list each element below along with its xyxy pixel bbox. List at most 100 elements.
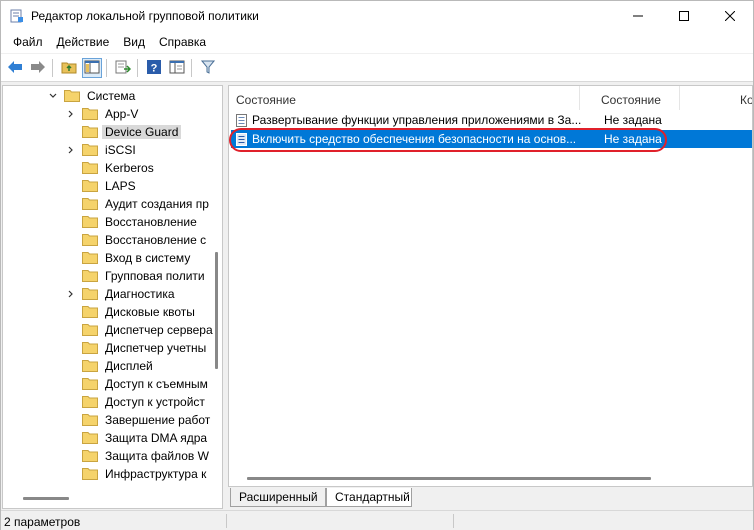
- export-list-icon: [115, 60, 132, 77]
- tree-item-label: Аудит создания пр: [105, 197, 209, 211]
- menu-file[interactable]: Файл: [1, 32, 50, 53]
- tree-item-label: Дисплей: [105, 359, 153, 373]
- up-folder-icon: [61, 60, 77, 77]
- tree-item-label: Диспетчер учетны: [105, 341, 207, 355]
- tree-item[interactable]: Групповая полити: [3, 267, 222, 285]
- tree-item[interactable]: Восстановление: [3, 213, 222, 231]
- tree-horizontal-scrollbar[interactable]: [23, 497, 69, 500]
- folder-icon: [82, 251, 98, 264]
- folder-icon: [82, 377, 98, 390]
- list-item-selected[interactable]: Включить средство обеспечения безопаснос…: [231, 130, 752, 148]
- tree-item[interactable]: Защита DMA ядра: [3, 429, 222, 447]
- menu-help[interactable]: Справка: [152, 32, 213, 53]
- tree-item-label: Завершение работ: [105, 413, 211, 427]
- tree-vertical-scrollbar[interactable]: [215, 252, 218, 369]
- chevron-right-icon[interactable]: [66, 144, 76, 154]
- minimize-button[interactable]: [615, 1, 661, 32]
- tree-item[interactable]: Вход в систему: [3, 249, 222, 267]
- chevron-right-icon[interactable]: [66, 108, 76, 118]
- folder-icon: [82, 449, 98, 462]
- tab-extended[interactable]: Расширенный: [230, 488, 326, 507]
- folder-icon: [82, 161, 98, 174]
- forward-arrow-icon: [30, 60, 46, 77]
- folder-icon: [82, 305, 98, 318]
- tree-item[interactable]: Диспетчер учетны: [3, 339, 222, 357]
- tree-item-label: Kerberos: [105, 161, 154, 175]
- properties-button[interactable]: [167, 58, 187, 78]
- tree-item[interactable]: Аудит создания пр: [3, 195, 222, 213]
- column-header-state[interactable]: Состояние: [580, 86, 680, 110]
- tree-item-label: Защита файлов W: [105, 449, 209, 463]
- tree-item[interactable]: Восстановление с: [3, 231, 222, 249]
- folder-icon: [82, 395, 98, 408]
- setting-name: Развертывание функции управления приложе…: [252, 113, 582, 127]
- folder-icon: [82, 269, 98, 282]
- forward-button[interactable]: [28, 58, 48, 78]
- properties-icon: [169, 60, 185, 77]
- close-button[interactable]: [707, 1, 753, 32]
- list-item[interactable]: Развертывание функции управления приложе…: [231, 111, 752, 129]
- title-bar[interactable]: Редактор локальной групповой политики: [1, 1, 753, 32]
- folder-icon: [82, 341, 98, 354]
- folder-icon: [82, 125, 98, 138]
- window-title: Редактор локальной групповой политики: [31, 9, 259, 23]
- tree-item[interactable]: App-V: [3, 105, 222, 123]
- setting-state: Не задана: [604, 113, 662, 127]
- setting-name: Включить средство обеспечения безопаснос…: [252, 132, 577, 146]
- help-button[interactable]: ?: [144, 58, 164, 78]
- show-hide-tree-button[interactable]: [82, 58, 102, 78]
- toolbar-separator: [52, 59, 53, 77]
- show-hide-tree-icon: [84, 60, 100, 77]
- list-horizontal-scrollbar[interactable]: [247, 477, 651, 480]
- tree-item[interactable]: iSCSI: [3, 141, 222, 159]
- folder-icon: [82, 143, 98, 156]
- column-header-comment[interactable]: Ко: [680, 86, 752, 110]
- chevron-down-icon[interactable]: [48, 90, 58, 100]
- tree-item[interactable]: Завершение работ: [3, 411, 222, 429]
- folder-icon: [82, 215, 98, 228]
- export-list-button[interactable]: [113, 58, 133, 78]
- tree-item[interactable]: Дисковые квоты: [3, 303, 222, 321]
- tab-standard[interactable]: Стандартный: [326, 488, 412, 507]
- tree-item-label: Восстановление с: [105, 233, 207, 247]
- folder-icon: [82, 233, 98, 246]
- back-button[interactable]: [5, 58, 25, 78]
- back-arrow-icon: [7, 60, 23, 77]
- tree-item-system[interactable]: Система: [3, 87, 222, 105]
- tree-item[interactable]: Инфраструктура к: [3, 465, 222, 483]
- tree-item[interactable]: Доступ к устройст: [3, 393, 222, 411]
- menu-bar: Файл Действие Вид Справка: [1, 32, 753, 53]
- menu-action[interactable]: Действие: [50, 32, 117, 53]
- tree-item-label: Device Guard: [102, 125, 182, 139]
- tree-item-label: Инфраструктура к: [105, 467, 207, 481]
- toolbar: ?: [1, 54, 753, 82]
- chevron-right-icon[interactable]: [66, 288, 76, 298]
- folder-icon: [82, 323, 98, 336]
- up-folder-button[interactable]: [59, 58, 79, 78]
- status-divider: [226, 514, 227, 528]
- tree-item-label: LAPS: [105, 179, 136, 193]
- menu-view[interactable]: Вид: [116, 32, 152, 53]
- tree-item[interactable]: Дисплей: [3, 357, 222, 375]
- tree-item[interactable]: Kerberos: [3, 159, 222, 177]
- maximize-icon: [679, 10, 689, 24]
- settings-list-pane[interactable]: Состояние Состояние Ко Развертывание фун…: [228, 85, 753, 487]
- tree-item[interactable]: Доступ к съемным: [3, 375, 222, 393]
- column-header-setting[interactable]: Состояние: [229, 86, 580, 110]
- close-icon: [724, 10, 736, 24]
- toolbar-separator: [137, 59, 138, 77]
- tree-pane[interactable]: Система App-V Device Guard iSCSI Kerberos LA…: [2, 85, 223, 509]
- tree-item-label: Дисковые квоты: [105, 305, 195, 319]
- tree-item[interactable]: Диспетчер сервера: [3, 321, 222, 339]
- tree-item-label: Восстановление: [105, 215, 197, 229]
- tree-item[interactable]: LAPS: [3, 177, 222, 195]
- minimize-icon: [633, 10, 643, 24]
- maximize-button[interactable]: [661, 1, 707, 32]
- filter-icon: [200, 60, 216, 77]
- tree-item[interactable]: Device Guard: [3, 123, 222, 141]
- tree-item-label: Групповая полити: [105, 269, 205, 283]
- filter-button[interactable]: [198, 58, 218, 78]
- tree-item[interactable]: Защита файлов W: [3, 447, 222, 465]
- tree-item-label: Система: [87, 89, 136, 103]
- tree-item[interactable]: Диагностика: [3, 285, 222, 303]
